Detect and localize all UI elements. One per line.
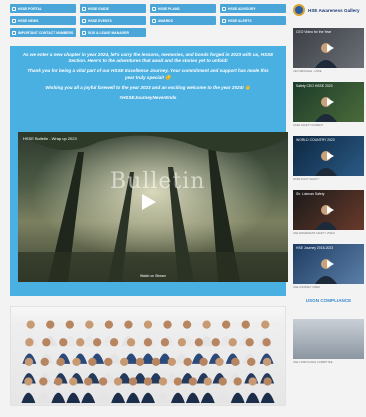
nav-button-label: SOS & LEAVE MANAGER — [88, 30, 130, 35]
video-overlay-title: Bulletin — [110, 169, 206, 194]
nav-button[interactable]: HSSE PLANS — [150, 4, 216, 13]
logo-text: HSE Awareness Gallery — [308, 7, 360, 13]
quick-links: HSSE PORTAL HSSE GUIDE HSSE PLANS HSSE ADVI… — [10, 4, 286, 37]
nav-button-label: HSSE EVENTS — [88, 18, 112, 23]
nav-button-label: HSSE PLANS — [158, 6, 180, 11]
side-video-title: Sir. Lokman Safety — [296, 192, 325, 196]
play-icon[interactable] — [325, 43, 335, 53]
side-video-thumbnail[interactable]: Safety CEO HSSE 2023 — [293, 82, 364, 122]
nav-button[interactable]: HSSE ADVISORY — [220, 4, 286, 13]
banner-paragraph-3: Wishing you all a joyful farewell to the… — [45, 84, 251, 90]
side-video-thumbnail[interactable]: Sir. Lokman Safety — [293, 190, 364, 230]
nav-button-label: HSSE NEWS — [18, 18, 39, 23]
side-video-thumbnail[interactable]: HSE Journey 2018-2023 — [293, 244, 364, 284]
play-icon[interactable] — [325, 259, 335, 269]
us-compliance-title[interactable]: USGN COMPLIANCE — [293, 298, 364, 303]
nav-button-label: AWARDS — [158, 18, 173, 23]
logo-emblem-icon — [293, 4, 305, 16]
side-video-title: HSE Journey 2018-2023 — [296, 246, 334, 250]
banner-paragraph-2: Thank you for being a vital part of our … — [27, 68, 269, 80]
banner-message: As we enter a new chapter in year 2024, … — [16, 52, 280, 101]
side-video-caption: HSE AWARENESS SAFETY VIDEO — [293, 232, 335, 235]
new-year-banner: As we enter a new chapter in year 2024, … — [10, 46, 288, 296]
nav-button[interactable]: IMPORTANT CONTACT NUMBERS — [10, 28, 76, 37]
nav-button-label: HSSE GUIDE — [88, 6, 109, 11]
nav-icon — [82, 6, 86, 11]
nav-button[interactable]: AWARDS — [150, 16, 216, 25]
side-video-card[interactable]: Sir. Lokman Safety HSE AWARENESS SAFETY V… — [293, 190, 364, 236]
bulletin-video-player[interactable]: HSSE Bulletin - Wrap up 2023 Bulletin Wa… — [18, 132, 288, 282]
nav-button[interactable]: HSSE EVENTS — [80, 16, 146, 25]
side-video-card[interactable]: HSE Journey 2018-2023 HSE JOURNEY VIDEO — [293, 244, 364, 290]
side-video-thumbnail[interactable]: WORLD COUNTRY 2023 — [293, 136, 364, 176]
nav-icon — [82, 30, 86, 35]
nav-button[interactable]: HSSE ALERTS — [220, 16, 286, 25]
side-video-list: CEO Video for the Year CEO MESSAGE - HSSE… — [293, 28, 364, 290]
nav-icon — [12, 30, 16, 35]
nav-button[interactable]: SOS & LEAVE MANAGER — [80, 28, 146, 37]
nav-icon — [222, 18, 226, 23]
nav-button[interactable]: HSSE GUIDE — [80, 4, 146, 13]
group-people-image — [21, 320, 275, 404]
nav-button-label: HSSE PORTAL — [18, 6, 42, 11]
us-compliance-caption: HSE COMPLIANCE COMMITTEE — [293, 361, 333, 364]
side-video-caption: HSSE SAFETY MOMENT — [293, 124, 324, 127]
banner-paragraph-1: As we enter a new chapter in year 2024, … — [22, 52, 274, 64]
nav-icon — [82, 18, 86, 23]
banner-hashtag: #HSSEJourneyNeverEnds — [119, 95, 177, 101]
play-icon[interactable] — [325, 97, 335, 107]
team-group-photo — [10, 306, 286, 406]
side-video-title: CEO Video for the Year — [296, 30, 332, 34]
us-compliance-section: USGN COMPLIANCE HSE COMPLIANCE COMMITTEE — [293, 298, 364, 365]
play-icon[interactable] — [325, 205, 335, 215]
play-icon[interactable] — [325, 151, 335, 161]
nav-button-label: HSSE ALERTS — [228, 18, 252, 23]
side-video-card[interactable]: WORLD COUNTRY 2023 WORLD DAY SAFETY — [293, 136, 364, 182]
video-caption: Watch on Stream — [139, 274, 167, 278]
us-compliance-thumbnail[interactable] — [293, 319, 364, 359]
side-video-title: Safety CEO HSSE 2023 — [296, 84, 333, 88]
side-video-caption: WORLD DAY SAFETY — [293, 178, 320, 181]
nav-button[interactable]: HSSE NEWS — [10, 16, 76, 25]
play-icon[interactable] — [138, 192, 158, 212]
video-title: HSSE Bulletin - Wrap up 2023 — [23, 136, 77, 141]
side-video-thumbnail[interactable]: CEO Video for the Year — [293, 28, 364, 68]
main-column: HSSE PORTAL HSSE GUIDE HSSE PLANS HSSE ADVI… — [10, 4, 288, 406]
nav-icon — [12, 18, 16, 23]
nav-button-label: HSSE ADVISORY — [228, 6, 256, 11]
side-video-card[interactable]: Safety CEO HSSE 2023 HSSE SAFETY MOMENT — [293, 82, 364, 128]
site-logo[interactable]: HSE Awareness Gallery — [291, 0, 366, 20]
nav-icon — [152, 6, 156, 11]
nav-button[interactable]: HSSE PORTAL — [10, 4, 76, 13]
side-video-card[interactable]: CEO Video for the Year CEO MESSAGE - HSSE — [293, 28, 364, 74]
side-video-title: WORLD COUNTRY 2023 — [296, 138, 335, 142]
nav-icon — [12, 6, 16, 11]
sidebar: HSE Awareness Gallery CEO Video for the … — [291, 0, 366, 365]
nav-icon — [222, 6, 226, 11]
side-video-caption: CEO MESSAGE - HSSE — [293, 70, 322, 73]
nav-icon — [152, 18, 156, 23]
nav-button-label: IMPORTANT CONTACT NUMBERS — [18, 30, 74, 35]
side-video-caption: HSE JOURNEY VIDEO — [293, 286, 321, 289]
